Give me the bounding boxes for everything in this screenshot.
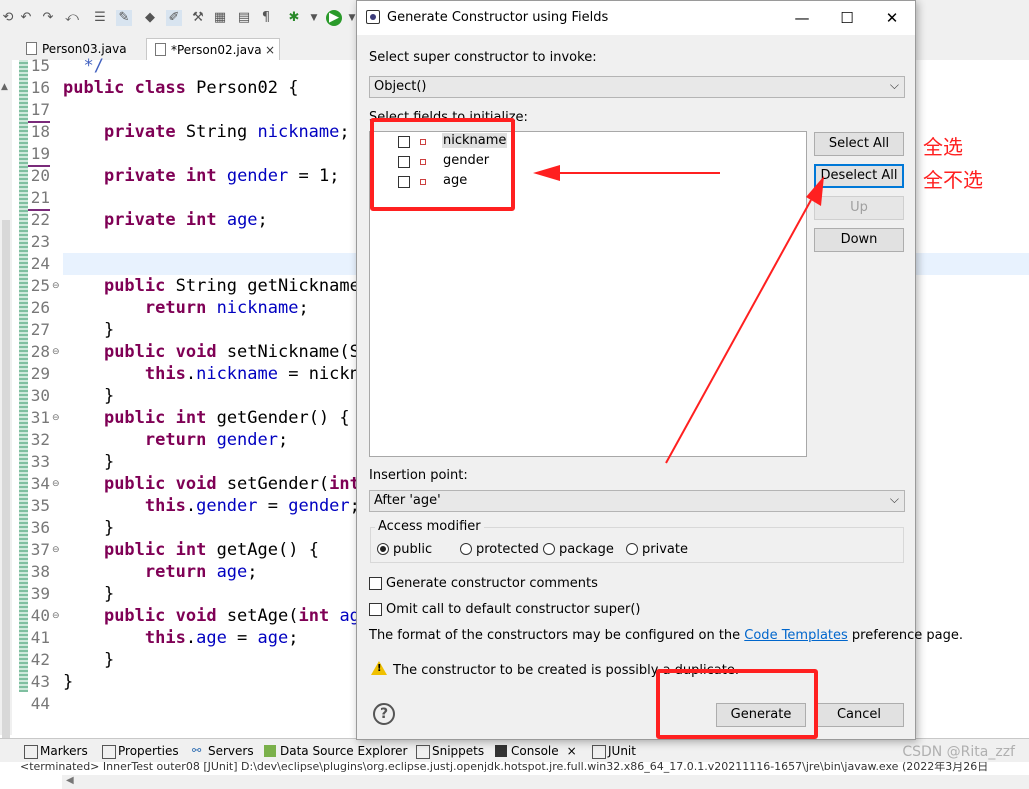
horizontal-scrollbar[interactable]: ◀ <box>62 775 1029 789</box>
scroll-left-icon[interactable]: ◀ <box>66 775 74 786</box>
annotation-arrows <box>533 165 824 464</box>
arrowhead-icon <box>533 165 560 181</box>
annotation-arrow-deselect <box>665 199 812 464</box>
arrowhead-icon <box>806 176 824 206</box>
